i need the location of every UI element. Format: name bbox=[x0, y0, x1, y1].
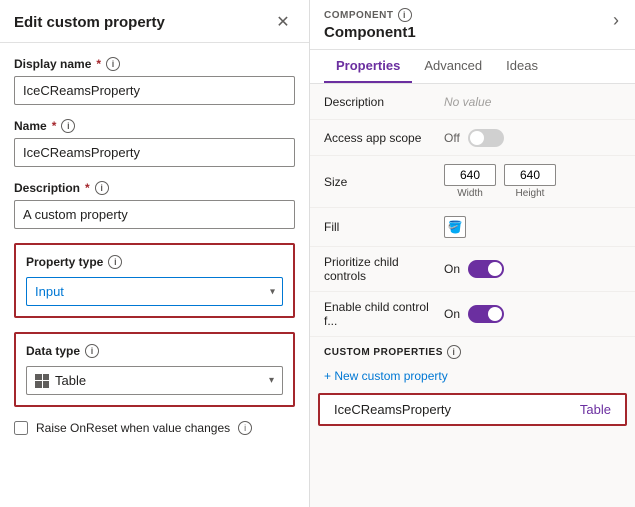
left-panel: Edit custom property ✕ Display name * i … bbox=[0, 0, 310, 507]
panel-title: Edit custom property bbox=[14, 14, 165, 31]
prop-value-description: No value bbox=[444, 95, 621, 109]
component-info-icon[interactable]: i bbox=[398, 8, 412, 22]
prop-row-size: Size Width Height bbox=[310, 156, 635, 208]
prop-value-access-scope: Off bbox=[444, 129, 621, 147]
description-label: Description * i bbox=[14, 181, 295, 195]
ice-cream-property-row[interactable]: IceCReamsProperty Table bbox=[318, 393, 627, 426]
prop-name-access-scope: Access app scope bbox=[324, 131, 444, 145]
tabs-bar: Properties Advanced Ideas bbox=[310, 50, 635, 84]
tab-ideas[interactable]: Ideas bbox=[494, 50, 550, 83]
description-group: Description * i bbox=[14, 181, 295, 229]
panel-header: Edit custom property ✕ bbox=[0, 0, 309, 43]
raise-on-reset-row: Raise OnReset when value changes i bbox=[14, 421, 295, 435]
size-height-label: Height bbox=[516, 188, 545, 199]
enable-child-on-label: On bbox=[444, 307, 460, 321]
size-height-input[interactable] bbox=[504, 164, 556, 186]
new-custom-property-button[interactable]: + New custom property bbox=[310, 363, 462, 389]
prop-row-prioritize: Prioritize child controls On bbox=[310, 247, 635, 292]
name-label: Name * i bbox=[14, 119, 295, 133]
property-type-section: Property type i Input Output Event ▾ bbox=[14, 243, 295, 318]
size-width-group: Width bbox=[444, 164, 496, 199]
property-type-info-icon[interactable]: i bbox=[108, 255, 122, 269]
display-name-input[interactable] bbox=[14, 76, 295, 105]
name-info-icon[interactable]: i bbox=[61, 119, 75, 133]
size-height-group: Height bbox=[504, 164, 556, 199]
data-type-row: Table ▾ bbox=[26, 366, 283, 395]
description-input[interactable] bbox=[14, 200, 295, 229]
access-scope-toggle[interactable] bbox=[468, 129, 504, 147]
prioritize-on-label: On bbox=[444, 262, 460, 276]
prop-row-fill: Fill 🪣 bbox=[310, 208, 635, 247]
enable-child-toggle[interactable] bbox=[468, 305, 504, 323]
expand-button[interactable]: › bbox=[611, 8, 621, 33]
prop-name-prioritize: Prioritize child controls bbox=[324, 255, 444, 283]
custom-props-info-icon[interactable]: i bbox=[447, 345, 461, 359]
panel-body: Display name * i Name * i Description * … bbox=[0, 43, 309, 507]
property-type-label: Property type i bbox=[26, 255, 283, 269]
prop-row-access-scope: Access app scope Off bbox=[310, 120, 635, 156]
close-icon: ✕ bbox=[276, 12, 289, 32]
name-required-mark: * bbox=[52, 119, 57, 133]
prop-name-fill: Fill bbox=[324, 220, 444, 234]
tab-advanced[interactable]: Advanced bbox=[412, 50, 494, 83]
prioritize-toggle[interactable] bbox=[468, 260, 504, 278]
component-label: COMPONENT i bbox=[324, 8, 416, 22]
data-type-chevron-icon: ▾ bbox=[269, 375, 274, 386]
data-type-label: Data type i bbox=[26, 344, 283, 358]
size-width-label: Width bbox=[457, 188, 483, 199]
fill-icon: 🪣 bbox=[448, 220, 463, 234]
properties-content: Description No value Access app scope Of… bbox=[310, 84, 635, 507]
prop-value-fill: 🪣 bbox=[444, 216, 621, 238]
right-panel: COMPONENT i Component1 › Properties Adva… bbox=[310, 0, 635, 507]
checkbox-info-icon[interactable]: i bbox=[238, 421, 252, 435]
display-name-info-icon[interactable]: i bbox=[106, 57, 120, 71]
raise-on-reset-label: Raise OnReset when value changes bbox=[36, 421, 230, 435]
prop-value-prioritize: On bbox=[444, 260, 621, 278]
component-label-row: COMPONENT i Component1 bbox=[324, 8, 416, 41]
ice-cream-property-type: Table bbox=[580, 402, 611, 417]
component-name: Component1 bbox=[324, 24, 416, 41]
display-name-group: Display name * i bbox=[14, 57, 295, 105]
prop-value-enable-child: On bbox=[444, 305, 621, 323]
data-type-section: Data type i Table ▾ bbox=[14, 332, 295, 407]
table-icon bbox=[35, 374, 49, 388]
name-input[interactable] bbox=[14, 138, 295, 167]
prop-name-enable-child: Enable child control f... bbox=[324, 300, 444, 328]
required-mark: * bbox=[96, 57, 101, 71]
fill-button[interactable]: 🪣 bbox=[444, 216, 466, 238]
property-type-select[interactable]: Input Output Event bbox=[26, 277, 283, 306]
expand-icon: › bbox=[613, 10, 619, 30]
size-row: Width Height bbox=[444, 164, 621, 199]
right-header-top: COMPONENT i Component1 › bbox=[324, 8, 621, 41]
prop-value-size: Width Height bbox=[444, 164, 621, 199]
raise-on-reset-checkbox[interactable] bbox=[14, 421, 28, 435]
ice-cream-property-name: IceCReamsProperty bbox=[334, 402, 451, 417]
display-name-label: Display name * i bbox=[14, 57, 295, 71]
custom-properties-header: CUSTOM PROPERTIES i bbox=[310, 337, 635, 363]
close-button[interactable]: ✕ bbox=[271, 10, 295, 34]
size-width-input[interactable] bbox=[444, 164, 496, 186]
data-type-info-icon[interactable]: i bbox=[85, 344, 99, 358]
prop-row-description: Description No value bbox=[310, 84, 635, 120]
data-type-value: Table bbox=[55, 373, 263, 388]
property-type-select-wrapper: Input Output Event ▾ bbox=[26, 277, 283, 306]
data-type-select[interactable]: Table ▾ bbox=[26, 366, 283, 395]
right-header: COMPONENT i Component1 › bbox=[310, 0, 635, 50]
description-info-icon[interactable]: i bbox=[95, 181, 109, 195]
prop-row-enable-child: Enable child control f... On bbox=[310, 292, 635, 337]
prop-name-size: Size bbox=[324, 175, 444, 189]
prop-name-description: Description bbox=[324, 95, 444, 109]
access-scope-off-label: Off bbox=[444, 131, 460, 145]
tab-properties[interactable]: Properties bbox=[324, 50, 412, 83]
desc-required-mark: * bbox=[85, 181, 90, 195]
name-group: Name * i bbox=[14, 119, 295, 167]
